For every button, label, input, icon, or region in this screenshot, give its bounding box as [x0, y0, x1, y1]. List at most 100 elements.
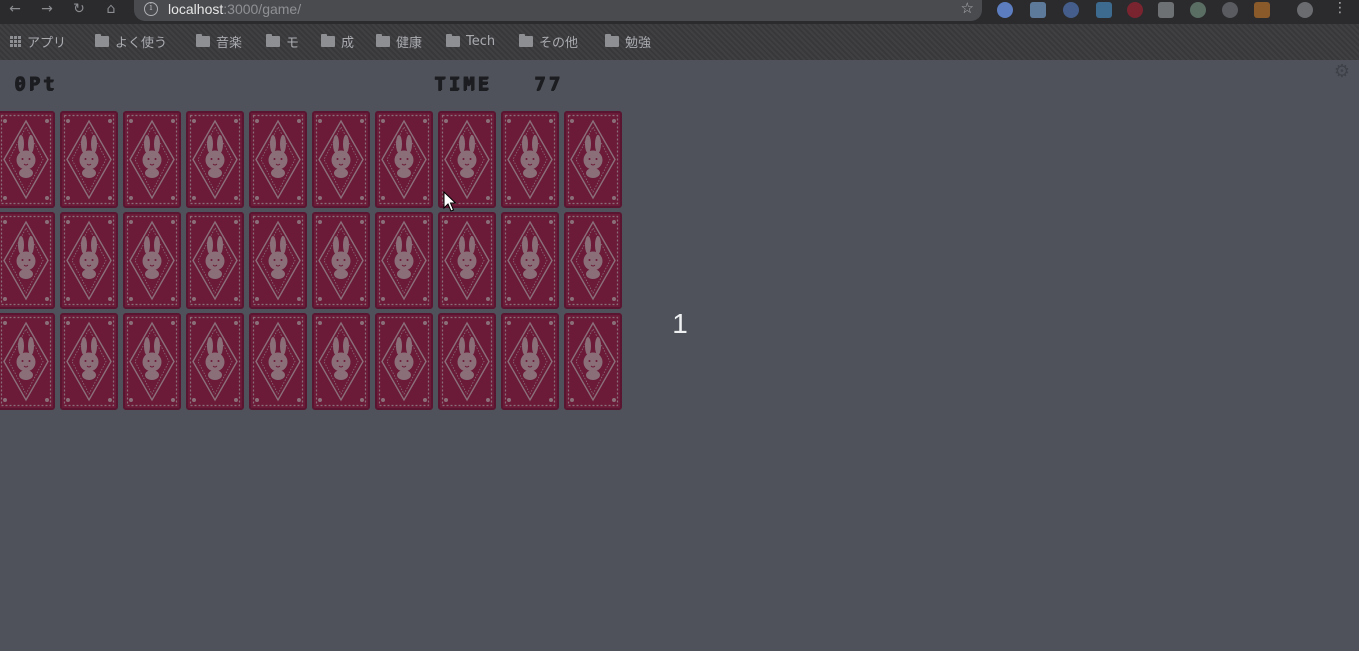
- bookmark-folder[interactable]: よく使う: [95, 32, 168, 51]
- folder-icon: [519, 33, 533, 47]
- rabbit-card-back-icon: [566, 113, 620, 206]
- card-back-r2-c3[interactable]: [123, 212, 181, 309]
- rabbit-card-back-icon: [125, 315, 179, 408]
- bookmark-label: 健康: [396, 35, 423, 51]
- card-back-r3-c8[interactable]: [438, 313, 496, 410]
- rabbit-card-back-icon: [503, 214, 557, 307]
- card-back-r3-c9[interactable]: [501, 313, 559, 410]
- folder-icon: [196, 33, 210, 47]
- forward-arrow-icon[interactable]: →: [36, 0, 58, 20]
- extension-globe-icon[interactable]: [997, 2, 1013, 18]
- rabbit-card-back-icon: [251, 214, 305, 307]
- card-back-r1-c6[interactable]: [312, 111, 370, 208]
- bookmarks-bar: アプリ よく使う 音楽 モ 成 健康 Tech その他 勉強: [0, 24, 1359, 60]
- card-back-r1-c10[interactable]: [564, 111, 622, 208]
- card-back-r1-c7[interactable]: [375, 111, 433, 208]
- card-back-r1-c5[interactable]: [249, 111, 307, 208]
- bookmark-folder[interactable]: 成: [321, 32, 355, 51]
- rabbit-card-back-icon: [314, 315, 368, 408]
- rabbit-card-back-icon: [377, 214, 431, 307]
- bookmark-folder[interactable]: 健康: [376, 32, 423, 51]
- profile-avatar-icon[interactable]: [1297, 2, 1313, 18]
- card-back-r2-c10[interactable]: [564, 212, 622, 309]
- card-back-r2-c5[interactable]: [249, 212, 307, 309]
- home-icon[interactable]: ⌂: [100, 0, 122, 20]
- bookmark-label: 音楽: [216, 35, 243, 51]
- card-back-r1-c1[interactable]: [0, 111, 55, 208]
- rabbit-card-back-icon: [188, 214, 242, 307]
- url-text[interactable]: localhost:3000/game/: [168, 1, 301, 17]
- card-back-r3-c6[interactable]: [312, 313, 370, 410]
- bookmark-folder[interactable]: Tech: [446, 32, 495, 50]
- rabbit-card-back-icon: [440, 315, 494, 408]
- bookmark-folder[interactable]: モ: [266, 32, 299, 51]
- reload-icon[interactable]: ↻: [68, 0, 90, 20]
- card-back-r2-c7[interactable]: [375, 212, 433, 309]
- bookmark-label: Tech: [466, 33, 496, 49]
- back-arrow-icon[interactable]: ←: [4, 0, 26, 20]
- rabbit-card-back-icon: [377, 315, 431, 408]
- card-back-r3-c7[interactable]: [375, 313, 433, 410]
- folder-icon: [605, 33, 619, 47]
- bookmark-label: アプリ: [27, 35, 67, 51]
- bookmark-label: 成: [341, 35, 355, 51]
- extension-gear-icon[interactable]: [1063, 2, 1079, 18]
- extension-ublock-icon[interactable]: [1127, 2, 1143, 18]
- card-back-r1-c9[interactable]: [501, 111, 559, 208]
- card-back-r2-c9[interactable]: [501, 212, 559, 309]
- card-back-r3-c10[interactable]: [564, 313, 622, 410]
- folder-icon: [446, 33, 460, 47]
- rabbit-card-back-icon: [251, 113, 305, 206]
- browser-toolbar: ← → ↻ ⌂ i localhost:3000/game/ ☆ ⋮: [0, 0, 1359, 24]
- rabbit-card-back-icon: [377, 113, 431, 206]
- time-label: TIME: [434, 73, 492, 95]
- card-back-r3-c1[interactable]: [0, 313, 55, 410]
- extension-face-icon[interactable]: [1158, 2, 1174, 18]
- extension-s-icon[interactable]: [1030, 2, 1046, 18]
- rabbit-card-back-icon: [62, 315, 116, 408]
- card-back-r1-c2[interactable]: [60, 111, 118, 208]
- rabbit-card-back-icon: [566, 214, 620, 307]
- extension-tiles-icon[interactable]: [1096, 2, 1112, 18]
- bookmark-star-icon[interactable]: ☆: [961, 0, 974, 16]
- time-value: 77: [534, 73, 563, 95]
- address-bar[interactable]: i localhost:3000/game/ ☆: [134, 0, 982, 21]
- bookmark-folder[interactable]: 勉強: [605, 32, 652, 51]
- bookmark-apps[interactable]: アプリ: [10, 32, 67, 51]
- rabbit-card-back-icon: [440, 214, 494, 307]
- rabbit-card-back-icon: [125, 113, 179, 206]
- settings-gear-icon[interactable]: ⚙: [1332, 62, 1352, 82]
- card-back-r2-c8[interactable]: [438, 212, 496, 309]
- card-back-r1-c4[interactable]: [186, 111, 244, 208]
- card-back-r1-c3[interactable]: [123, 111, 181, 208]
- rabbit-card-back-icon: [62, 214, 116, 307]
- extension-chat-icon[interactable]: [1190, 2, 1206, 18]
- folder-icon: [321, 33, 335, 47]
- card-back-r2-c2[interactable]: [60, 212, 118, 309]
- rabbit-card-back-icon: [0, 214, 53, 307]
- rabbit-card-back-icon: [125, 214, 179, 307]
- extension-box-icon[interactable]: [1254, 2, 1270, 18]
- rabbit-card-back-icon: [251, 315, 305, 408]
- bookmark-folder[interactable]: 音楽: [196, 32, 243, 51]
- folder-icon: [95, 33, 109, 47]
- rabbit-card-back-icon: [62, 113, 116, 206]
- extension-dots-icon[interactable]: [1222, 2, 1238, 18]
- bookmark-label: 勉強: [625, 35, 652, 51]
- rabbit-card-back-icon: [188, 315, 242, 408]
- menu-dots-icon[interactable]: ⋮: [1333, 0, 1347, 20]
- card-back-r2-c6[interactable]: [312, 212, 370, 309]
- rabbit-card-back-icon: [188, 113, 242, 206]
- bookmark-label: よく使う: [115, 35, 168, 51]
- card-back-r3-c2[interactable]: [60, 313, 118, 410]
- bookmark-folder[interactable]: その他: [519, 32, 578, 51]
- card-back-r3-c3[interactable]: [123, 313, 181, 410]
- rabbit-card-back-icon: [0, 315, 53, 408]
- card-back-r2-c4[interactable]: [186, 212, 244, 309]
- rabbit-card-back-icon: [314, 214, 368, 307]
- rabbit-card-back-icon: [314, 113, 368, 206]
- card-back-r3-c4[interactable]: [186, 313, 244, 410]
- card-back-r2-c1[interactable]: [0, 212, 55, 309]
- card-back-r3-c5[interactable]: [249, 313, 307, 410]
- site-info-icon[interactable]: i: [144, 2, 158, 16]
